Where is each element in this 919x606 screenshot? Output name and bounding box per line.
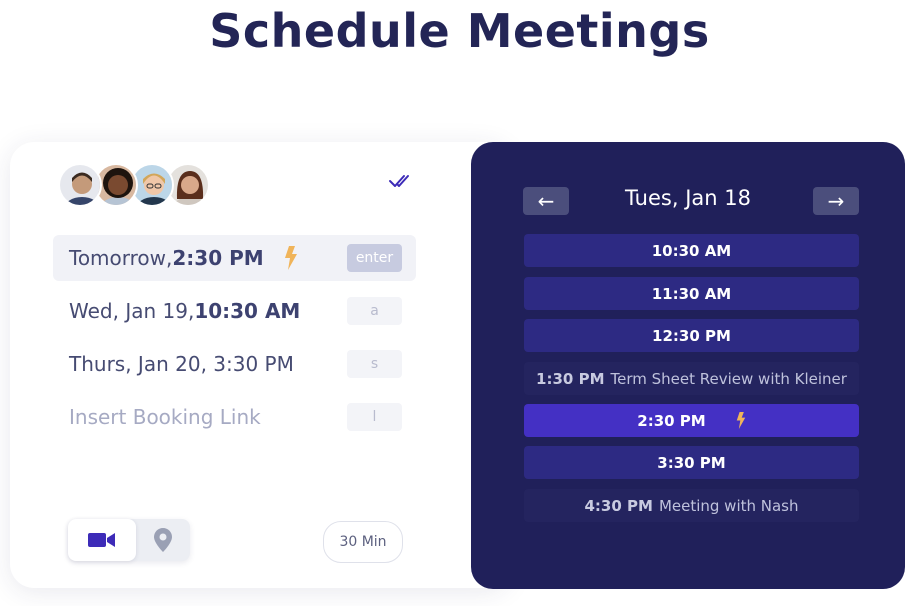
lightning-icon xyxy=(284,246,297,270)
next-day-button[interactable]: → xyxy=(813,187,859,215)
slot-time: 4:30 PM xyxy=(584,496,653,515)
suggestion-option[interactable]: Thurs, Jan 20, 3:30 PM s xyxy=(53,341,416,387)
slot-event: Meeting with Nash xyxy=(658,496,799,515)
option-text: Thurs, Jan 20, 3:30 PM xyxy=(69,352,294,376)
slot-time: 1:30 PM xyxy=(536,369,605,388)
time-slot[interactable]: 3:30 PM xyxy=(524,446,859,479)
video-toggle-button[interactable] xyxy=(68,519,136,561)
time-slot-busy: 4:30 PM Meeting with Nash xyxy=(524,489,859,522)
time-slot-selected[interactable]: 2:30 PM xyxy=(524,404,859,437)
slot-time: 12:30 PM xyxy=(652,326,731,345)
option-time: 10:30 AM xyxy=(194,299,301,323)
option-text: Insert Booking Link xyxy=(69,405,261,429)
slot-time: 11:30 AM xyxy=(651,284,732,303)
meeting-type-toggle xyxy=(68,519,190,561)
option-prefix: Tomorrow, xyxy=(69,246,173,270)
time-slot[interactable]: 10:30 AM xyxy=(524,234,859,267)
shortcut-key: enter xyxy=(347,244,402,272)
option-time: 2:30 PM xyxy=(172,246,264,270)
insert-booking-link-option[interactable]: Insert Booking Link l xyxy=(53,394,416,440)
slot-time: 10:30 AM xyxy=(651,241,732,260)
location-toggle-button[interactable] xyxy=(136,519,190,561)
suggestion-option[interactable]: Tomorrow, 2:30 PM enter xyxy=(53,235,416,281)
slot-time: 2:30 PM xyxy=(637,411,706,430)
slot-time: 3:30 PM xyxy=(657,453,726,472)
page-title: Schedule Meetings xyxy=(209,4,710,58)
slot-event: Term Sheet Review with Kleiner xyxy=(610,369,847,388)
lightning-icon xyxy=(736,412,745,429)
map-pin-icon xyxy=(154,528,172,552)
time-slot-busy: 1:30 PM Term Sheet Review with Kleiner xyxy=(524,362,859,395)
suggestion-option[interactable]: Wed, Jan 19, 10:30 AM a xyxy=(53,288,416,334)
video-camera-icon xyxy=(88,533,115,547)
duration-selector[interactable]: 30 Min xyxy=(323,521,403,563)
shortcut-key: s xyxy=(347,350,402,378)
shortcut-key: a xyxy=(347,297,402,325)
participant-avatars xyxy=(58,163,218,209)
shortcut-key: l xyxy=(347,403,402,431)
double-check-icon[interactable] xyxy=(388,172,414,190)
suggestions-card: Tomorrow, 2:30 PM enter Wed, Jan 19, 10:… xyxy=(10,142,510,588)
time-slot[interactable]: 12:30 PM xyxy=(524,319,859,352)
option-prefix: Wed, Jan 19, xyxy=(69,299,195,323)
calendar-panel: ← Tues, Jan 18 → 10:30 AM 11:30 AM 12:30… xyxy=(471,142,905,589)
avatar xyxy=(58,163,102,207)
time-slot[interactable]: 11:30 AM xyxy=(524,277,859,310)
